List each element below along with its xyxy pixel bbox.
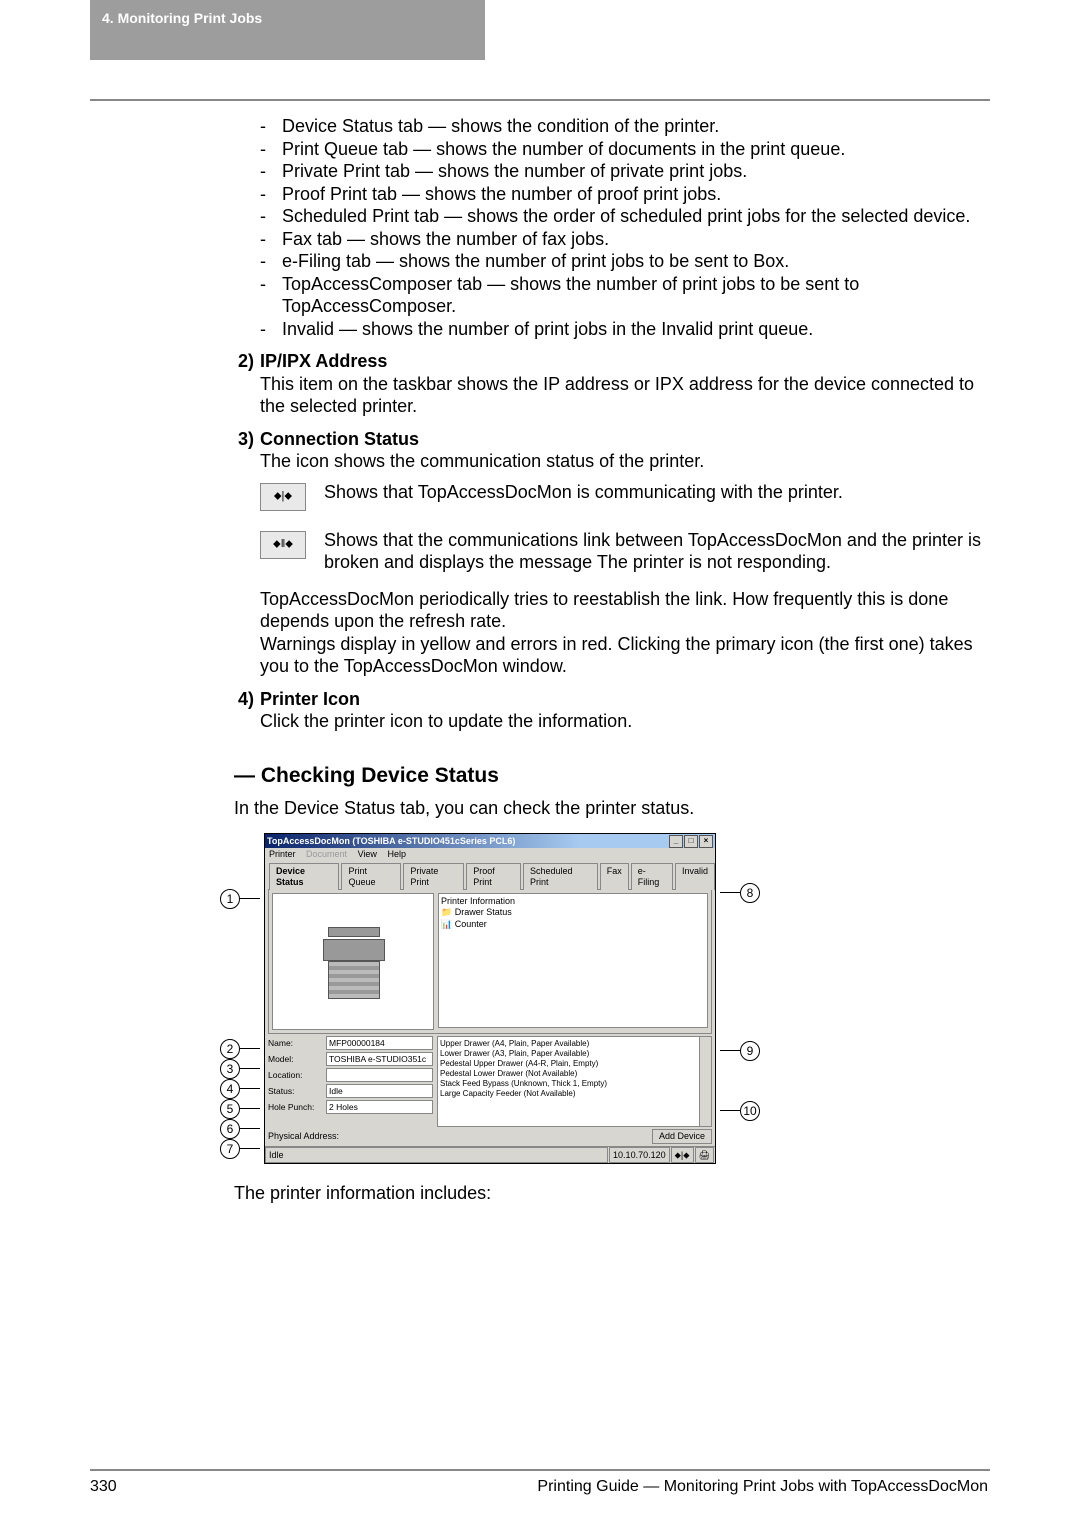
- status-field[interactable]: Idle: [326, 1084, 433, 1098]
- paragraph: Warnings display in yellow and errors in…: [260, 633, 988, 678]
- tree-item[interactable]: 📁 Drawer Status: [441, 907, 705, 918]
- drawer-list[interactable]: Upper Drawer (A4, Plain, Paper Available…: [437, 1036, 712, 1127]
- section-body: The icon shows the communication status …: [260, 450, 988, 473]
- tree-item[interactable]: 📊 Counter: [441, 919, 705, 930]
- section-number: 4): [238, 688, 260, 711]
- callout-7: 7: [220, 1139, 240, 1159]
- statusbar-conn-icon: ⬥|⬥: [671, 1147, 694, 1163]
- dash: -: [260, 273, 282, 318]
- tab-proof-print[interactable]: Proof Print: [466, 863, 521, 891]
- page-number: 330: [90, 1478, 117, 1496]
- connection-broken-icon: ⬥‖⬥: [260, 531, 306, 559]
- paragraph: In the Device Status tab, you can check …: [234, 797, 988, 820]
- dash: -: [260, 318, 282, 341]
- section-title: Printer Icon: [260, 688, 988, 711]
- add-device-button[interactable]: Add Device: [652, 1129, 712, 1144]
- tab-scheduled-print[interactable]: Scheduled Print: [523, 863, 598, 891]
- section-number: 2): [238, 350, 260, 373]
- paragraph: TopAccessDocMon periodically tries to re…: [260, 588, 988, 633]
- holepunch-label: Hole Punch:: [268, 1102, 326, 1113]
- maximize-button[interactable]: □: [684, 835, 698, 848]
- tree-item[interactable]: Printer Information: [441, 896, 705, 907]
- top-rule: [90, 99, 990, 101]
- callout-5: 5: [220, 1099, 240, 1119]
- section-body: Click the printer icon to update the inf…: [260, 710, 988, 733]
- app-window: TopAccessDocMon (TOSHIBA e-STUDIO451cSer…: [264, 833, 716, 1164]
- callout-4: 4: [220, 1079, 240, 1099]
- callout-3: 3: [220, 1059, 240, 1079]
- list-item: Lower Drawer (A3, Plain, Paper Available…: [440, 1049, 709, 1059]
- tab-device-status[interactable]: Device Status: [269, 863, 339, 891]
- bullet-text: Private Print tab — shows the number of …: [282, 160, 988, 183]
- dash: -: [260, 138, 282, 161]
- physical-address-label: Physical Address:: [268, 1131, 339, 1142]
- bullet-text: Invalid — shows the number of print jobs…: [282, 318, 988, 341]
- holepunch-field[interactable]: 2 Holes: [326, 1100, 433, 1114]
- list-item: Pedestal Lower Drawer (Not Available): [440, 1069, 709, 1079]
- bullet-text: e-Filing tab — shows the number of print…: [282, 250, 988, 273]
- connection-ok-icon: ⬥|⬥: [260, 483, 306, 511]
- callout-8: 8: [740, 883, 760, 903]
- bottom-rule: [90, 1469, 990, 1471]
- bullet-text: Device Status tab — shows the condition …: [282, 115, 988, 138]
- section-number: 3): [238, 428, 260, 451]
- statusbar-status: Idle: [265, 1147, 608, 1163]
- window-title: TopAccessDocMon (TOSHIBA e-STUDIO451cSer…: [267, 836, 515, 847]
- list-item: Large Capacity Feeder (Not Available): [440, 1089, 709, 1099]
- callout-9: 9: [740, 1041, 760, 1061]
- bullet-text: Proof Print tab — shows the number of pr…: [282, 183, 988, 206]
- bullet-text: TopAccessComposer tab — shows the number…: [282, 273, 988, 318]
- icon-description: Shows that the communications link betwe…: [324, 529, 988, 574]
- callout-10: 10: [740, 1101, 760, 1121]
- dash: -: [260, 250, 282, 273]
- dash: -: [260, 115, 282, 138]
- menu-help[interactable]: Help: [387, 849, 406, 859]
- model-field[interactable]: TOSHIBA e-STUDIO351c: [326, 1052, 433, 1066]
- icon-description: Shows that TopAccessDocMon is communicat…: [324, 481, 988, 511]
- menu-view[interactable]: View: [358, 849, 377, 859]
- paragraph: The printer information includes:: [234, 1182, 988, 1205]
- callout-1: 1: [220, 889, 240, 909]
- menu-printer[interactable]: Printer: [269, 849, 296, 859]
- dash: -: [260, 205, 282, 228]
- list-item: Upper Drawer (A4, Plain, Paper Available…: [440, 1039, 709, 1049]
- section-title: Connection Status: [260, 428, 988, 451]
- list-item: Stack Feed Bypass (Unknown, Thick 1, Emp…: [440, 1079, 709, 1089]
- dash: -: [260, 228, 282, 251]
- footer-text: Printing Guide — Monitoring Print Jobs w…: [537, 1478, 988, 1496]
- callout-2: 2: [220, 1039, 240, 1059]
- menu-bar: Printer Document View Help: [265, 848, 715, 861]
- close-button[interactable]: ×: [699, 835, 713, 848]
- callout-6: 6: [220, 1119, 240, 1139]
- tab-fax[interactable]: Fax: [600, 863, 629, 891]
- section-title: IP/IPX Address: [260, 350, 988, 373]
- bullet-text: Print Queue tab — shows the number of do…: [282, 138, 988, 161]
- info-tree[interactable]: Printer Information 📁 Drawer Status 📊 Co…: [438, 893, 708, 1028]
- tab-print-queue[interactable]: Print Queue: [341, 863, 401, 891]
- bullet-text: Fax tab — shows the number of fax jobs.: [282, 228, 988, 251]
- statusbar-ip: 10.10.70.120: [609, 1147, 670, 1163]
- statusbar-printer-icon[interactable]: 🖨: [695, 1147, 714, 1163]
- minimize-button[interactable]: _: [669, 835, 683, 848]
- status-label: Status:: [268, 1086, 326, 1097]
- tab-e-filing[interactable]: e-Filing: [631, 863, 673, 891]
- name-field[interactable]: MFP00000184: [326, 1036, 433, 1050]
- tab-invalid[interactable]: Invalid: [675, 863, 715, 891]
- menu-document[interactable]: Document: [306, 849, 347, 859]
- section-body: This item on the taskbar shows the IP ad…: [260, 373, 988, 418]
- model-label: Model:: [268, 1054, 326, 1065]
- dash: -: [260, 160, 282, 183]
- list-item: Pedestal Upper Drawer (A4-R, Plain, Empt…: [440, 1059, 709, 1069]
- bullet-text: Scheduled Print tab — shows the order of…: [282, 205, 988, 228]
- location-label: Location:: [268, 1070, 326, 1081]
- page-header: 4. Monitoring Print Jobs: [90, 0, 485, 60]
- scrollbar[interactable]: [699, 1037, 711, 1126]
- dash: -: [260, 183, 282, 206]
- location-field[interactable]: [326, 1068, 433, 1082]
- printer-image[interactable]: [272, 893, 434, 1030]
- tab-private-print[interactable]: Private Print: [403, 863, 464, 891]
- subsection-heading: — Checking Device Status: [234, 763, 988, 789]
- name-label: Name:: [268, 1038, 326, 1049]
